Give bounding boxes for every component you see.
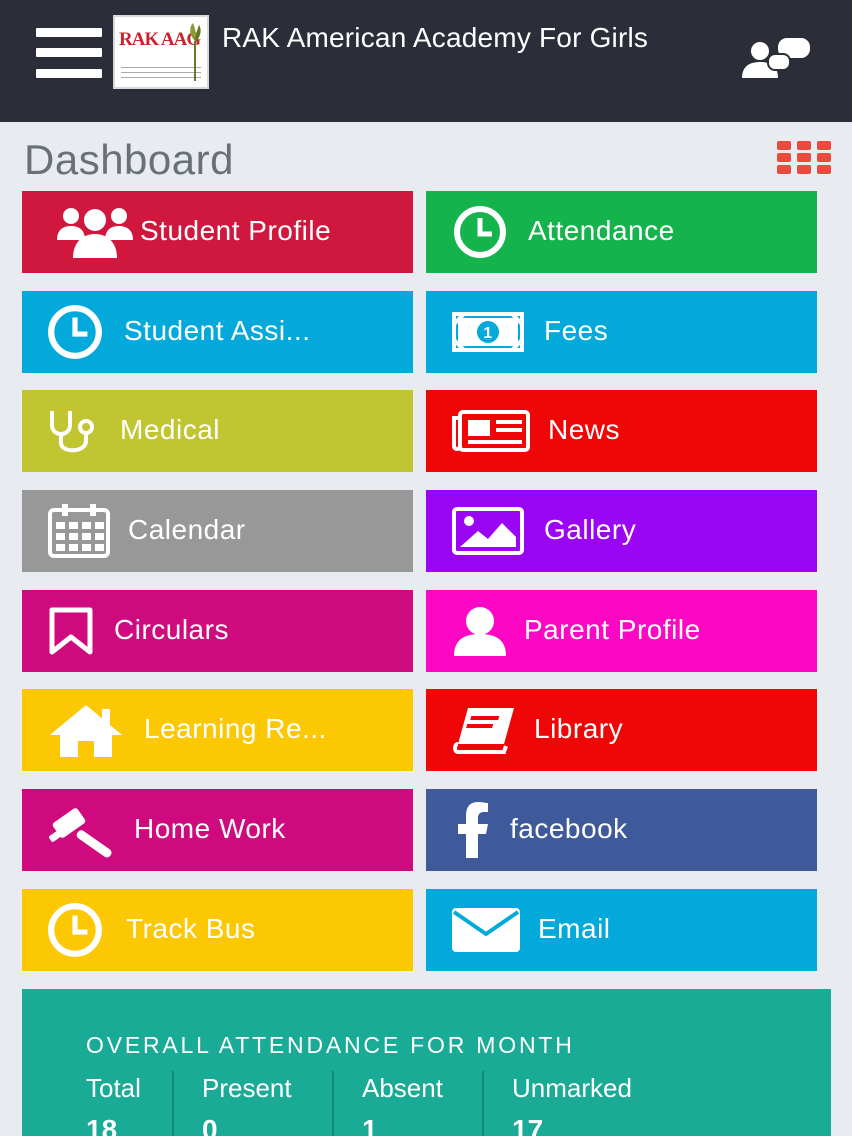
home-icon bbox=[48, 703, 124, 757]
page-title: Dashboard bbox=[24, 136, 234, 183]
tile-label: Track Bus bbox=[126, 913, 256, 944]
tile-student-profile[interactable]: Student Profile bbox=[22, 191, 413, 273]
tile-label: Email bbox=[538, 913, 611, 944]
tile-email[interactable]: Email bbox=[426, 889, 817, 971]
tile-attendance[interactable]: Attendance bbox=[426, 191, 817, 273]
image-icon bbox=[452, 504, 524, 558]
attendance-absent-label: Absent bbox=[362, 1073, 443, 1103]
tile-label: Circulars bbox=[114, 614, 229, 645]
tile-label: Medical bbox=[120, 414, 220, 445]
bookmark-icon bbox=[48, 604, 94, 658]
tile-learning-resources[interactable]: Learning Re... bbox=[22, 689, 413, 771]
tile-track-bus[interactable]: Track Bus bbox=[22, 889, 413, 971]
calendar-icon bbox=[48, 504, 110, 558]
attendance-present-value: 0 bbox=[202, 1114, 218, 1136]
tile-student-assignment[interactable]: Student Assi... bbox=[22, 291, 413, 373]
svg-text:1: 1 bbox=[483, 325, 492, 342]
column-divider bbox=[172, 1071, 174, 1136]
logo-subtitle-lines bbox=[121, 67, 201, 79]
users-icon bbox=[48, 205, 142, 259]
chat-users-icon[interactable] bbox=[740, 36, 814, 82]
column-divider bbox=[332, 1071, 334, 1136]
tile-facebook[interactable]: facebook bbox=[426, 789, 817, 871]
tile-label: Calendar bbox=[128, 514, 246, 545]
user-icon bbox=[452, 604, 508, 658]
attendance-unmarked-value: 17 bbox=[512, 1114, 544, 1136]
tile-parent-profile[interactable]: Parent Profile bbox=[426, 590, 817, 672]
tile-news[interactable]: News bbox=[426, 390, 817, 472]
newspaper-icon bbox=[452, 404, 530, 458]
tile-label: Student Profile bbox=[140, 215, 332, 246]
clock-icon bbox=[46, 903, 104, 957]
tile-label: Library bbox=[534, 713, 624, 744]
grid-view-icon[interactable] bbox=[777, 141, 831, 175]
attendance-total-label: Total bbox=[86, 1073, 141, 1103]
tile-medical[interactable]: Medical bbox=[22, 390, 413, 472]
gavel-icon bbox=[48, 803, 118, 858]
envelope-icon bbox=[452, 903, 520, 957]
attendance-summary-title: OVERALL ATTENDANCE FOR MONTH bbox=[86, 1032, 575, 1058]
tile-library[interactable]: Library bbox=[426, 689, 817, 771]
tile-label: Gallery bbox=[544, 514, 637, 545]
tile-circulars[interactable]: Circulars bbox=[22, 590, 413, 672]
stethoscope-icon bbox=[46, 404, 102, 458]
attendance-total-value: 18 bbox=[86, 1114, 118, 1136]
tile-label: Fees bbox=[544, 315, 609, 346]
tile-gallery[interactable]: Gallery bbox=[426, 490, 817, 572]
attendance-present-label: Present bbox=[202, 1073, 292, 1103]
attendance-absent-value: 1 bbox=[362, 1114, 378, 1136]
tile-label: Learning Re... bbox=[144, 713, 327, 744]
tile-calendar[interactable]: Calendar bbox=[22, 490, 413, 572]
attendance-absent: Absent 1 bbox=[362, 1073, 443, 1136]
attendance-present: Present 0 bbox=[202, 1073, 292, 1136]
tile-label: Home Work bbox=[134, 813, 286, 844]
app-header: RAK AAG RAK American Academy For Girls bbox=[0, 0, 852, 122]
app-title: RAK American Academy For Girls bbox=[222, 22, 649, 53]
attendance-summary-card: OVERALL ATTENDANCE FOR MONTH Total 18 Pr… bbox=[22, 989, 831, 1136]
attendance-total: Total 18 bbox=[86, 1073, 141, 1136]
tile-label: Parent Profile bbox=[524, 614, 701, 645]
tile-home-work[interactable]: Home Work bbox=[22, 789, 413, 871]
book-icon bbox=[452, 703, 518, 757]
tile-fees[interactable]: 1 Fees bbox=[426, 291, 817, 373]
clock-icon bbox=[46, 305, 104, 359]
menu-icon[interactable] bbox=[36, 28, 102, 78]
money-icon: 1 bbox=[452, 305, 524, 359]
clock-icon bbox=[452, 205, 508, 259]
school-logo: RAK AAG bbox=[113, 15, 209, 89]
tile-label: Student Assi... bbox=[124, 315, 311, 346]
tile-label: Attendance bbox=[528, 215, 675, 246]
tile-label: News bbox=[548, 414, 621, 445]
attendance-unmarked: Unmarked 17 bbox=[512, 1073, 632, 1136]
facebook-icon bbox=[452, 802, 492, 858]
tile-label: facebook bbox=[510, 813, 628, 844]
attendance-unmarked-label: Unmarked bbox=[512, 1073, 632, 1103]
column-divider bbox=[482, 1071, 484, 1136]
